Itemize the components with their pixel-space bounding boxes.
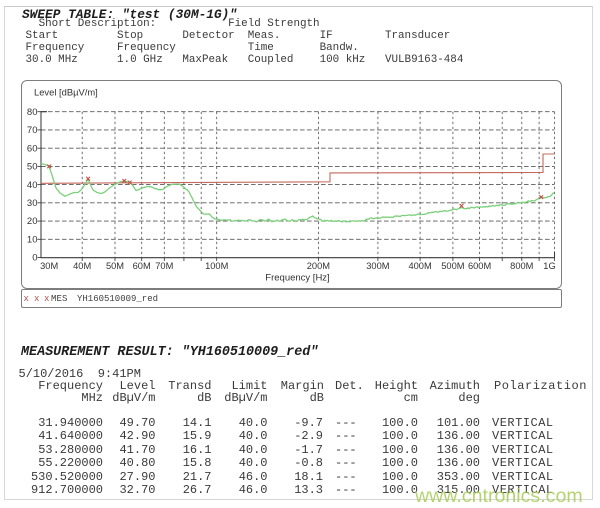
svg-text:60M: 60M [133, 261, 151, 271]
svg-text:60: 60 [27, 143, 38, 154]
svg-text:200M: 200M [307, 261, 330, 271]
svg-text:80: 80 [27, 107, 38, 118]
svg-text:10: 10 [27, 235, 38, 246]
svg-text:50: 50 [27, 162, 38, 173]
svg-text:30: 30 [27, 198, 38, 209]
svg-text:70M: 70M [155, 261, 173, 271]
svg-text:40: 40 [27, 180, 38, 191]
svg-text:400M: 400M [408, 261, 431, 271]
svg-text:600M: 600M [468, 261, 491, 271]
svg-text:Frequency [Hz]: Frequency [Hz] [265, 272, 329, 283]
svg-text:Level [dBµV/m]: Level [dBµV/m] [34, 86, 98, 97]
svg-text:0: 0 [32, 253, 37, 264]
svg-text:500M: 500M [441, 261, 464, 271]
svg-text:800M: 800M [510, 261, 533, 271]
svg-text:20: 20 [27, 216, 38, 227]
svg-text:40M: 40M [73, 261, 91, 271]
svg-text:300M: 300M [366, 261, 389, 271]
svg-text:1G: 1G [543, 261, 555, 271]
svg-text:70: 70 [27, 125, 38, 136]
svg-text:100M: 100M [205, 261, 228, 271]
svg-text:30M: 30M [40, 261, 58, 271]
svg-text:50M: 50M [106, 261, 124, 271]
